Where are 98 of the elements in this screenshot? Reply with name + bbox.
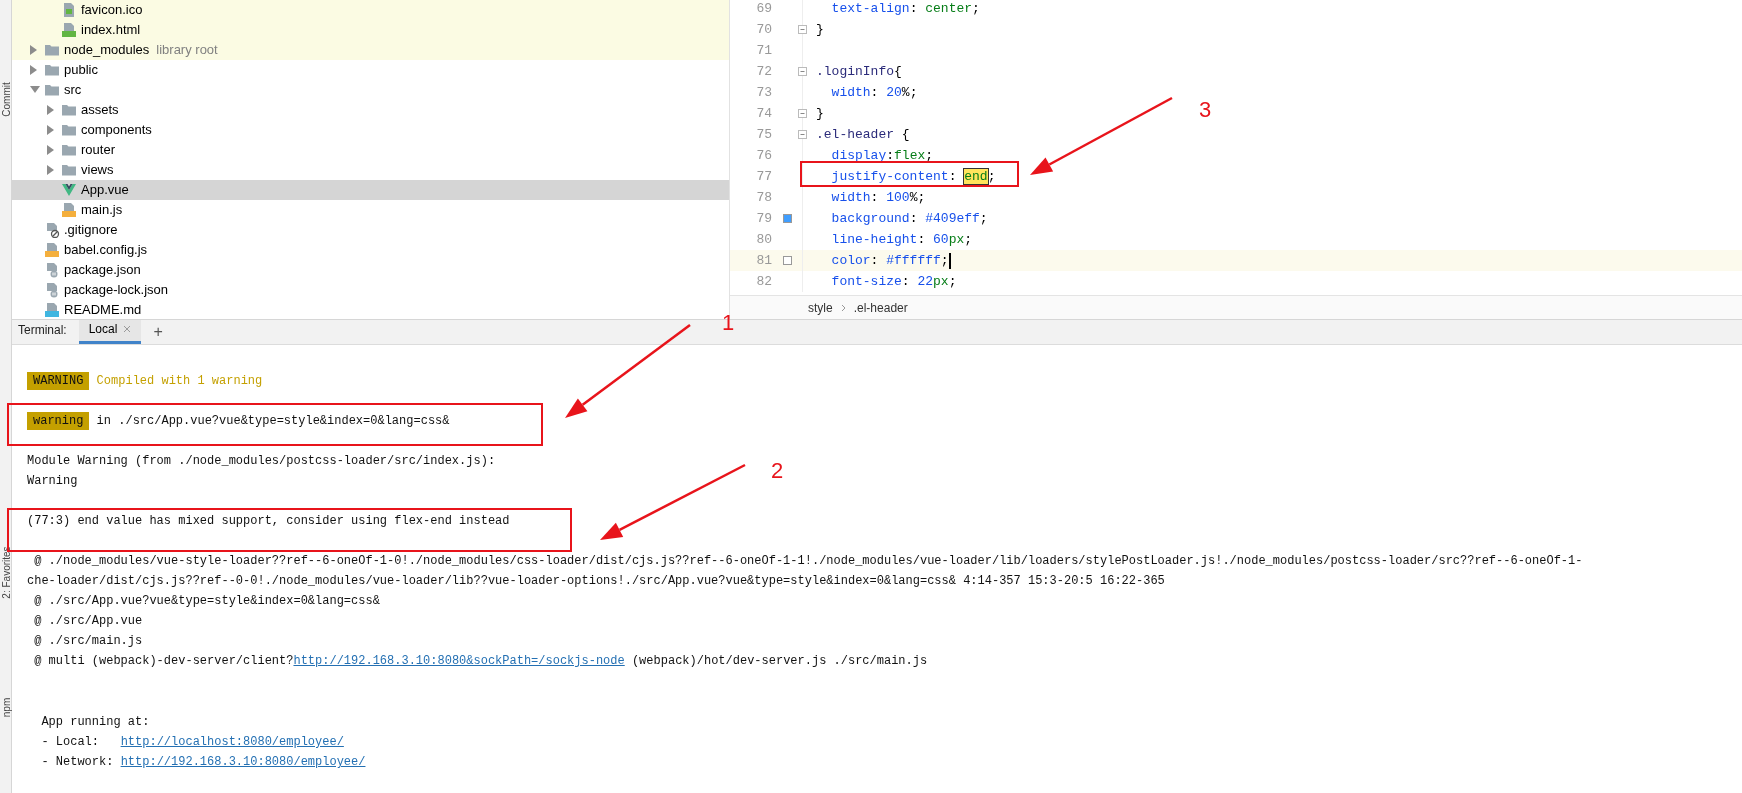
tool-window-tab[interactable]: npm	[0, 671, 14, 744]
tree-item[interactable]: main.js	[12, 200, 729, 220]
code-line: background: #409eff;	[830, 209, 988, 228]
terminal-text: @ ./src/App.vue	[33, 613, 143, 630]
terminal-text: Module Warning (from ./node_modules/postcss-loader/src/index.js):	[27, 453, 496, 470]
code-line: }	[816, 104, 824, 123]
tree-item[interactable]: index.html	[12, 20, 729, 40]
code-line: width: 20%;	[830, 83, 918, 102]
folder-icon	[61, 102, 77, 118]
collapse-arrow-icon[interactable]	[30, 86, 40, 94]
line-number: 80	[755, 230, 772, 249]
link[interactable]: http://192.168.3.10:8080&sockPath=/sockjs-node	[293, 651, 625, 671]
terminal-text: @ ./src/main.js	[33, 633, 143, 650]
folder-icon	[44, 82, 60, 98]
fold-marker-icon[interactable]	[798, 67, 807, 76]
annotation-number: 3	[1199, 97, 1212, 122]
warning-badge: warning	[27, 412, 90, 430]
code-line: display:flex;	[830, 146, 934, 165]
tree-item[interactable]: node_modules library root	[12, 40, 729, 60]
tree-item[interactable]: babel.config.js	[12, 240, 729, 260]
tree-item[interactable]: package.json	[12, 260, 729, 280]
fold-marker-icon[interactable]	[798, 130, 807, 139]
terminal-text: Compiled with 1 warning	[95, 373, 263, 390]
code-line: .el-header {	[816, 125, 910, 144]
terminal-text: (77:3) end value has mixed support, consider using flex-end instead	[27, 513, 510, 530]
line-number: 74	[755, 104, 772, 123]
terminal-text: in ./src/App.vue?vue&type=style&index=0&lang=css&	[95, 413, 450, 430]
js-file-icon	[44, 242, 60, 258]
tree-item[interactable]: assets	[12, 100, 729, 120]
line-number: 73	[755, 83, 772, 102]
color-swatch-icon[interactable]	[782, 214, 792, 223]
html-file-icon	[61, 22, 77, 38]
tree-item[interactable]: components	[12, 120, 729, 140]
annotation-number: 1	[722, 310, 735, 335]
terminal-tab[interactable]: Local	[78, 320, 142, 344]
line-number: 78	[755, 188, 772, 207]
warning-badge: WARNING	[27, 372, 90, 390]
line-number: 69	[755, 0, 772, 18]
terminal-text: Warning	[27, 473, 78, 490]
terminal-text: App running at:	[40, 714, 150, 731]
image-file-icon	[61, 2, 77, 18]
code-line: justify-content: end;	[830, 167, 996, 186]
folder-icon	[44, 62, 60, 78]
tree-item[interactable]: favicon.ico	[12, 0, 729, 20]
add-tab-button[interactable]: +	[153, 324, 163, 344]
link[interactable]: http://localhost:8080/employee/	[120, 732, 344, 752]
breadcrumb-item[interactable]: .el-header	[853, 298, 908, 317]
json-file-icon	[44, 262, 60, 278]
tree-item[interactable]: public	[12, 60, 729, 80]
code-line: }	[816, 20, 824, 39]
color-swatch-icon[interactable]	[782, 256, 792, 265]
tool-window-tab[interactable]: Commit	[0, 63, 14, 136]
fold-marker-icon[interactable]	[798, 25, 807, 34]
tree-item[interactable]: views	[12, 160, 729, 180]
js-file-icon	[61, 202, 77, 218]
code-line: font-size: 22px;	[830, 272, 957, 291]
terminal-text: (webpack)/hot/dev-server.js ./src/main.js	[630, 653, 928, 670]
v-shape-icon	[61, 182, 77, 198]
terminal-text: che-loader/dist/cjs.js??ref--0-0!./node_modules/vue-loader/lib??vue-loader-options!./src/App.vue?vue&type=style&index=0&lang=css& 4:14-357 15:3-20:5 16:22-365	[27, 573, 1165, 590]
terminal-text: @ ./node_modules/vue-style-loader??ref--6-oneOf-1-0!./node_modules/css-loader/dist/cjs.js??ref--6-oneOf-1-1!./node_modules/vue-loader/lib/loaders/stylePostLoader.js!./node_modules/postcss-loader/src??ref--6-oneOf-1-	[33, 553, 1583, 570]
tree-item[interactable]: App.vue	[12, 180, 729, 200]
tree-item[interactable]: src	[12, 80, 729, 100]
code-line: line-height: 60px;	[830, 230, 973, 249]
terminal-text: @ multi (webpack)-dev-server/client?	[33, 653, 294, 670]
tool-window-tab[interactable]: 2: Favorites	[0, 536, 14, 609]
code-line: width: 100%;	[830, 188, 926, 207]
fold-marker-icon[interactable]	[798, 109, 807, 118]
tree-item[interactable]: router	[12, 140, 729, 160]
line-number: 79	[755, 209, 772, 228]
folder-icon	[61, 122, 77, 138]
terminal-text: - Network:	[40, 754, 115, 771]
link[interactable]: http://192.168.3.10:8080/employee/	[120, 752, 366, 772]
line-number: 71	[755, 41, 772, 60]
line-number: 81	[755, 251, 772, 270]
folder-icon	[61, 142, 77, 158]
tree-item[interactable]: package-lock.json	[12, 280, 729, 300]
json-file-icon	[44, 282, 60, 298]
markdown-file-icon	[44, 302, 60, 318]
line-number: 70	[755, 20, 772, 39]
ignored-file-icon	[44, 222, 60, 238]
breadcrumb-separator-icon	[840, 303, 846, 312]
line-number: 82	[755, 272, 772, 291]
line-number: 75	[755, 125, 772, 144]
folder-icon	[44, 42, 60, 58]
line-number: 76	[755, 146, 772, 165]
code-line: .loginInfo{	[816, 62, 902, 81]
breadcrumb-item[interactable]: style	[808, 298, 833, 317]
line-number: 72	[755, 62, 772, 81]
terminal-text: @ ./src/App.vue?vue&type=style&index=0&lang=css&	[33, 593, 380, 610]
tree-item[interactable]: .gitignore	[12, 220, 729, 240]
folder-icon	[61, 162, 77, 178]
terminal-label: Terminal:	[18, 322, 67, 339]
terminal-text: - Local:	[40, 734, 100, 751]
code-line: text-align: center;	[830, 0, 980, 18]
line-number: 77	[755, 167, 772, 186]
code-line: color: #ffffff;	[830, 251, 949, 270]
annotation-number: 2	[771, 458, 784, 483]
close-icon[interactable]	[123, 325, 132, 333]
